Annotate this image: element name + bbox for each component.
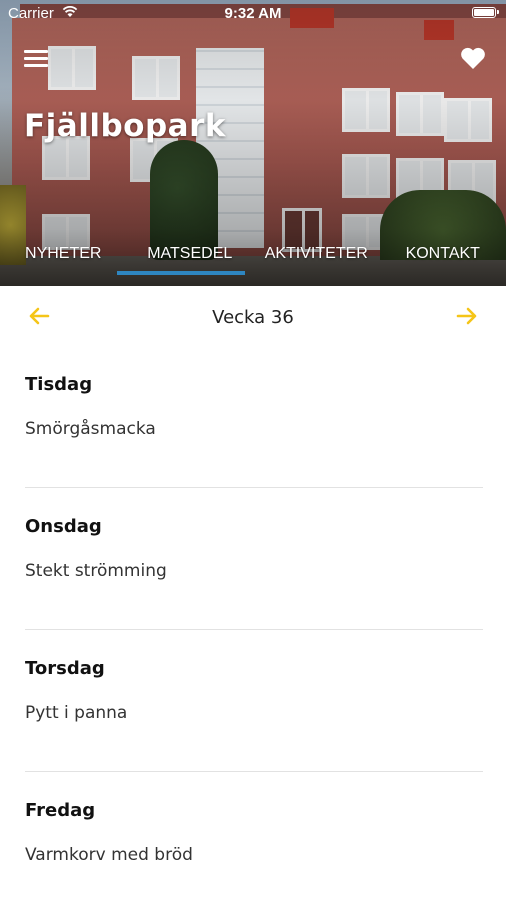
active-tab-indicator [117, 271, 245, 275]
day-name: Torsdag [25, 658, 105, 679]
status-bar: Carrier 9:32 AM [0, 0, 506, 26]
tab-nyheter[interactable]: NYHETER [0, 238, 127, 286]
week-label: Vecka 36 [212, 307, 294, 328]
list-item: Tisdag Smörgåsmacka [25, 374, 483, 439]
battery-icon [472, 7, 499, 18]
divider [25, 771, 483, 772]
dish-name: Stekt strömming [25, 561, 167, 581]
dish-name: Pytt i panna [25, 703, 128, 723]
tab-bar: NYHETER MATSEDEL AKTIVITETER KONTAKT [0, 238, 506, 286]
divider [25, 629, 483, 630]
list-item: Fredag Varmkorv med bröd [25, 800, 483, 865]
dish-name: Varmkorv med bröd [25, 845, 193, 865]
arrow-right-icon[interactable] [456, 306, 478, 326]
hamburger-menu-icon[interactable] [24, 50, 48, 68]
day-name: Tisdag [25, 374, 93, 395]
dish-name: Smörgåsmacka [25, 419, 156, 439]
page-title: Fjällbopark [24, 108, 226, 144]
tab-kontakt[interactable]: KONTAKT [380, 238, 506, 286]
tab-aktiviteter[interactable]: AKTIVITETER [253, 238, 380, 286]
list-item: Torsdag Pytt i panna [25, 658, 483, 723]
clock: 9:32 AM [224, 5, 282, 22]
list-item: Onsdag Stekt strömming [25, 516, 483, 581]
day-name: Fredag [25, 800, 96, 821]
tab-matsedel[interactable]: MATSEDEL [127, 238, 254, 286]
week-navigation: Vecka 36 [0, 292, 506, 344]
day-name: Onsdag [25, 516, 102, 537]
divider [25, 487, 483, 488]
heart-icon[interactable] [460, 46, 486, 70]
